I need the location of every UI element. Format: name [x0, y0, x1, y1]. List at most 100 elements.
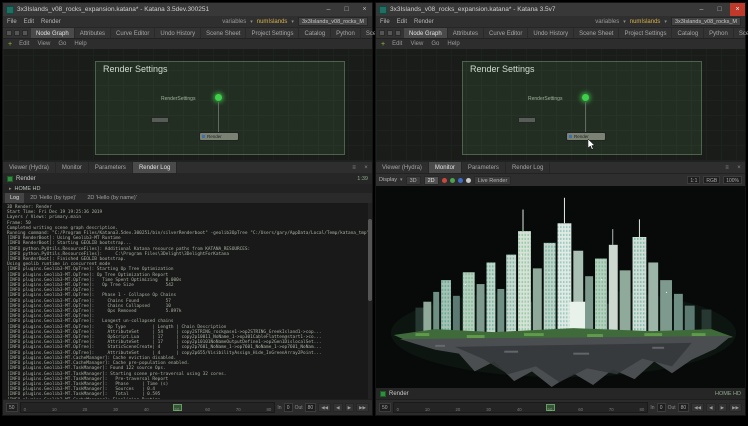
main-tab-8[interactable]: Scene	[734, 28, 748, 38]
variables-dropdown[interactable]: variables	[222, 19, 246, 25]
main-tab-6[interactable]: Catalog	[672, 28, 704, 38]
small-node[interactable]	[151, 117, 169, 123]
small-node[interactable]	[518, 117, 536, 123]
panel-tab-0[interactable]: Viewer (Hydra)	[3, 162, 56, 173]
transport-button-1[interactable]: ◀	[333, 403, 342, 412]
transport-button-2[interactable]: ▶	[345, 403, 354, 412]
main-tab-5[interactable]: Project Settings	[619, 28, 672, 38]
main-tab-7[interactable]: Python	[704, 28, 734, 38]
in-frame-field[interactable]: 0	[284, 403, 293, 412]
panel-tab-1[interactable]: Monitor	[56, 162, 89, 173]
transport-button-2[interactable]: ▶	[718, 403, 727, 412]
main-tab-0[interactable]: Node Graph	[31, 28, 75, 38]
display-dropdown[interactable]: Display	[379, 177, 397, 183]
scrollbar[interactable]	[368, 203, 372, 399]
graph-menu-3[interactable]: Help	[447, 41, 459, 47]
layout-icon[interactable]	[14, 30, 20, 36]
red-channel-button[interactable]	[442, 178, 447, 183]
render-item-label[interactable]: Render	[16, 176, 36, 182]
in-frame-field[interactable]: 0	[657, 403, 666, 412]
out-frame-field[interactable]: 80	[305, 403, 317, 412]
current-frame-field[interactable]: 50	[6, 403, 18, 412]
layout-icon[interactable]	[379, 30, 385, 36]
zoom-level-field[interactable]: 1:1	[687, 176, 700, 184]
graph-menu-2[interactable]: Go	[58, 41, 66, 47]
frame-ruler[interactable]: 01020304050607080	[20, 402, 276, 413]
menu-2[interactable]: Render	[41, 19, 61, 25]
layout-icon[interactable]	[387, 30, 393, 36]
panel-menu-icon[interactable]: ≡	[721, 162, 733, 173]
current-frame-field[interactable]: 50	[379, 403, 391, 412]
transport-button-1[interactable]: ◀	[706, 403, 715, 412]
menu-2[interactable]: Render	[414, 19, 434, 25]
add-node-icon[interactable]: +	[8, 41, 12, 48]
view-2d-button[interactable]: 2D	[424, 176, 439, 185]
menu-1[interactable]: Edit	[24, 19, 34, 25]
chevron-right-icon[interactable]: ▸	[9, 186, 12, 192]
variables-dropdown[interactable]: variables	[595, 19, 619, 25]
minimize-button[interactable]: –	[694, 3, 709, 16]
panel-tab-1[interactable]: Monitor	[429, 162, 462, 173]
main-tab-3[interactable]: Undo History	[155, 28, 201, 38]
layout-icon[interactable]	[22, 30, 28, 36]
main-tab-1[interactable]: Attributes	[448, 28, 484, 38]
render-settings-node[interactable]	[582, 94, 589, 101]
graph-menu-2[interactable]: Go	[431, 41, 439, 47]
main-tab-2[interactable]: Curve Editor	[484, 28, 528, 38]
transport-button-3[interactable]: ▶▶	[356, 403, 369, 412]
menu-0[interactable]: File	[380, 19, 390, 25]
frame-ruler[interactable]: 01020304050607080	[393, 402, 649, 413]
render-item-label[interactable]: Render	[389, 391, 409, 397]
main-tab-7[interactable]: Python	[331, 28, 361, 38]
graph-menu-1[interactable]: View	[37, 41, 50, 47]
transport-button-0[interactable]: ◀◀	[691, 403, 704, 412]
variable-value[interactable]: numIslands	[630, 19, 661, 25]
main-tab-1[interactable]: Attributes	[75, 28, 111, 38]
render-settings-node[interactable]	[215, 94, 222, 101]
layout-icon[interactable]	[6, 30, 12, 36]
green-channel-button[interactable]	[450, 178, 455, 183]
scrollbar-thumb[interactable]	[368, 219, 372, 301]
current-frame-marker[interactable]	[173, 404, 182, 411]
transport-button-0[interactable]: ◀◀	[318, 403, 331, 412]
layout-icon[interactable]	[395, 30, 401, 36]
alpha-channel-button[interactable]	[466, 178, 471, 183]
variable-value[interactable]: numIslands	[257, 19, 288, 25]
maximize-button[interactable]: □	[712, 3, 727, 16]
main-tab-4[interactable]: Scene Sheet	[574, 28, 619, 38]
render-node[interactable]: Render	[566, 132, 606, 141]
panel-tab-0[interactable]: Viewer (Hydra)	[376, 162, 429, 173]
shelf-tab[interactable]: 3x3Islands_v08_rocks_M	[298, 17, 368, 26]
main-tab-0[interactable]: Node Graph	[404, 28, 448, 38]
blue-channel-button[interactable]	[458, 178, 463, 183]
menu-0[interactable]: File	[7, 19, 17, 25]
node-graph-canvas[interactable]: Render Settings RenderSettings Render	[376, 49, 745, 161]
panel-tab-2[interactable]: Parameters	[89, 162, 133, 173]
current-frame-marker[interactable]	[546, 404, 555, 411]
add-node-icon[interactable]: +	[381, 41, 385, 48]
panel-close-icon[interactable]: ×	[360, 162, 372, 173]
close-button[interactable]: ×	[357, 3, 372, 16]
render-log[interactable]: 3D Render: Render Start Time: Fri Dec 19…	[3, 203, 372, 399]
shelf-tab[interactable]: 3x3Islands_v08_rocks_M	[671, 17, 741, 26]
log-filter-2[interactable]: 2D 'Hello (by name)'	[82, 193, 141, 203]
out-frame-field[interactable]: 80	[678, 403, 690, 412]
graph-menu-0[interactable]: Edit	[19, 41, 29, 47]
main-tab-2[interactable]: Curve Editor	[111, 28, 155, 38]
minimize-button[interactable]: –	[321, 3, 336, 16]
graph-menu-0[interactable]: Edit	[392, 41, 402, 47]
titlebar[interactable]: 3x3Islands_v08_rocks_expansion.katana* -…	[3, 3, 372, 16]
main-tab-5[interactable]: Project Settings	[246, 28, 299, 38]
close-button[interactable]: ×	[730, 3, 745, 16]
transport-button-3[interactable]: ▶▶	[729, 403, 742, 412]
node-graph-canvas[interactable]: Render Settings RenderSettings Render	[3, 49, 372, 161]
panel-close-icon[interactable]: ×	[733, 162, 745, 173]
panel-tab-3[interactable]: Render Log	[506, 162, 550, 173]
monitor-viewport[interactable]	[376, 186, 745, 388]
main-tab-3[interactable]: Undo History	[528, 28, 574, 38]
view-3d-button[interactable]: 3D	[406, 176, 421, 185]
panel-tab-2[interactable]: Parameters	[462, 162, 506, 173]
channel-mode-field[interactable]: RGB	[703, 176, 720, 184]
maximize-button[interactable]: □	[339, 3, 354, 16]
log-filter-0[interactable]: Log	[5, 193, 24, 203]
